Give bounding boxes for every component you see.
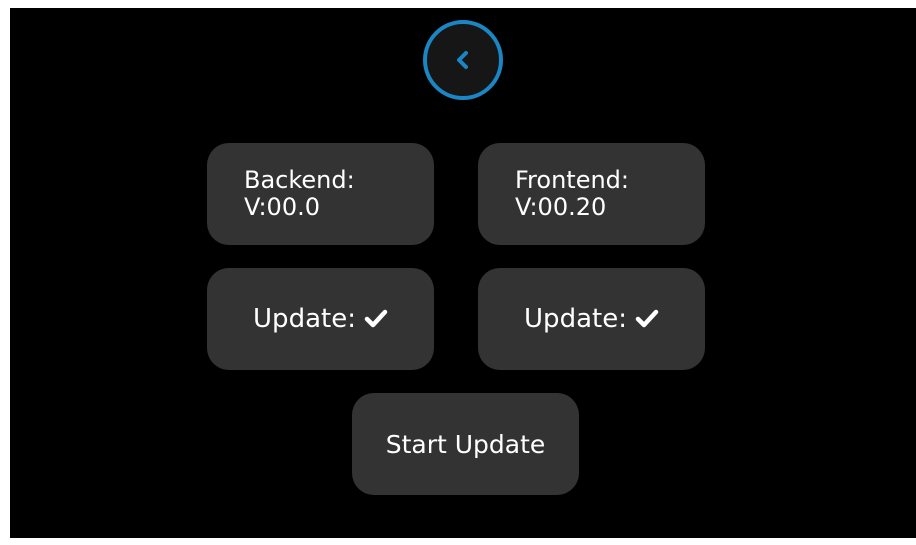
frontend-label: Frontend: bbox=[515, 166, 629, 194]
checkmark-icon bbox=[635, 309, 659, 329]
frontend-version-card: Frontend: V:00.20 bbox=[478, 143, 705, 245]
backend-update-label: Update: bbox=[253, 304, 356, 334]
update-screen: Backend: V:00.0 Frontend: V:00.20 Update… bbox=[10, 8, 916, 538]
start-update-button[interactable]: Start Update bbox=[352, 393, 579, 495]
backend-version: V:00.0 bbox=[244, 193, 320, 221]
checkmark-icon bbox=[364, 309, 388, 329]
backend-update-status: Update: bbox=[207, 268, 434, 370]
chevron-left-icon bbox=[452, 49, 474, 71]
frontend-version: V:00.20 bbox=[515, 193, 607, 221]
backend-label: Backend: bbox=[244, 166, 355, 194]
frontend-update-label: Update: bbox=[524, 304, 627, 334]
back-button[interactable] bbox=[423, 20, 503, 100]
backend-version-card: Backend: V:00.0 bbox=[207, 143, 434, 245]
frontend-update-status: Update: bbox=[478, 268, 705, 370]
start-update-label: Start Update bbox=[385, 429, 546, 459]
